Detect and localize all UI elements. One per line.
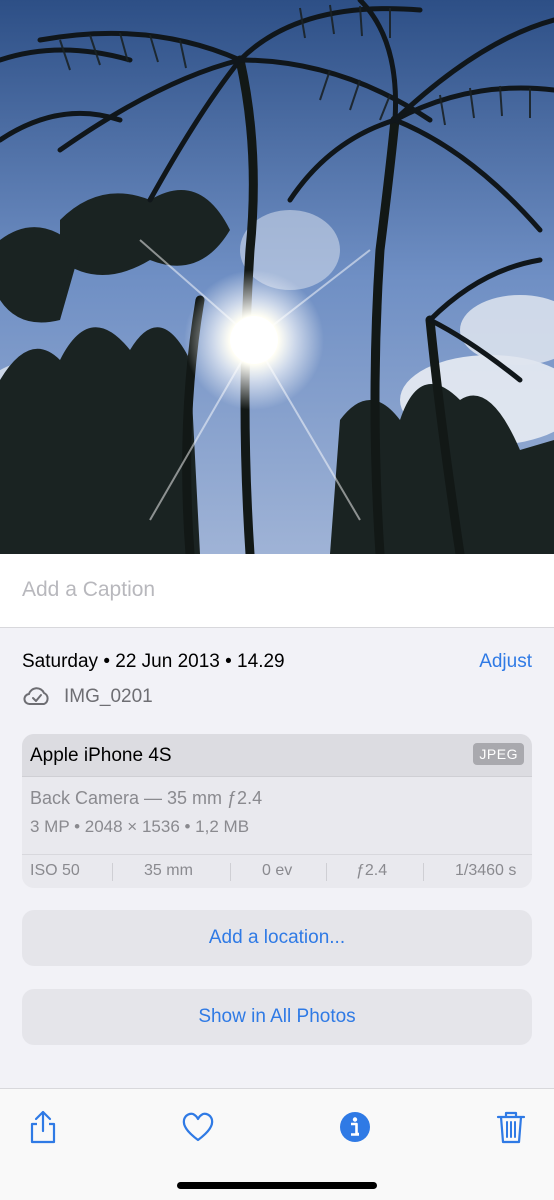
file-name: IMG_0201 <box>64 686 153 707</box>
exif-row: ISO 50 35 mm 0 ev ƒ2.4 1/3460 s <box>22 854 532 888</box>
exif-aperture: ƒ2.4 <box>356 862 388 879</box>
format-badge: JPEG <box>473 743 524 765</box>
exif-divider <box>423 863 424 881</box>
exif-divider <box>230 863 231 881</box>
exif-card: Apple iPhone 4S JPEG Back Camera — 35 mm… <box>22 734 532 888</box>
info-icon[interactable] <box>338 1109 372 1145</box>
adjust-button[interactable]: Adjust <box>479 651 532 673</box>
photo-date-time: Saturday • 22 Jun 2013 • 14.29 <box>22 651 285 672</box>
lens-info: Back Camera — 35 mm ƒ2.4 <box>30 788 263 808</box>
caption-input[interactable] <box>22 578 522 602</box>
exif-exposure: 0 ev <box>262 862 293 879</box>
exif-focal-length: 35 mm <box>144 862 193 879</box>
exif-card-header: Apple iPhone 4S JPEG <box>22 734 532 777</box>
exif-iso: ISO 50 <box>30 862 80 879</box>
exif-shutter: 1/3460 s <box>455 862 517 879</box>
palm-trees-sun-photo <box>0 0 554 554</box>
add-location-button[interactable]: Add a location... <box>22 910 532 966</box>
image-specs: 3 MP • 2048 × 1536 • 1,2 MB <box>30 817 250 836</box>
camera-model: Apple iPhone 4S <box>30 745 172 766</box>
show-in-all-photos-button[interactable]: Show in All Photos <box>22 989 532 1045</box>
icloud-icon <box>23 687 49 705</box>
heart-icon[interactable] <box>181 1109 215 1145</box>
exif-divider <box>112 863 113 881</box>
file-row: IMG_0201 <box>22 685 153 709</box>
photo-view[interactable] <box>0 0 554 554</box>
home-indicator[interactable] <box>177 1182 377 1189</box>
caption-area <box>0 554 554 628</box>
share-icon[interactable] <box>26 1109 60 1145</box>
exif-divider <box>326 863 327 881</box>
trash-icon[interactable] <box>494 1109 528 1145</box>
